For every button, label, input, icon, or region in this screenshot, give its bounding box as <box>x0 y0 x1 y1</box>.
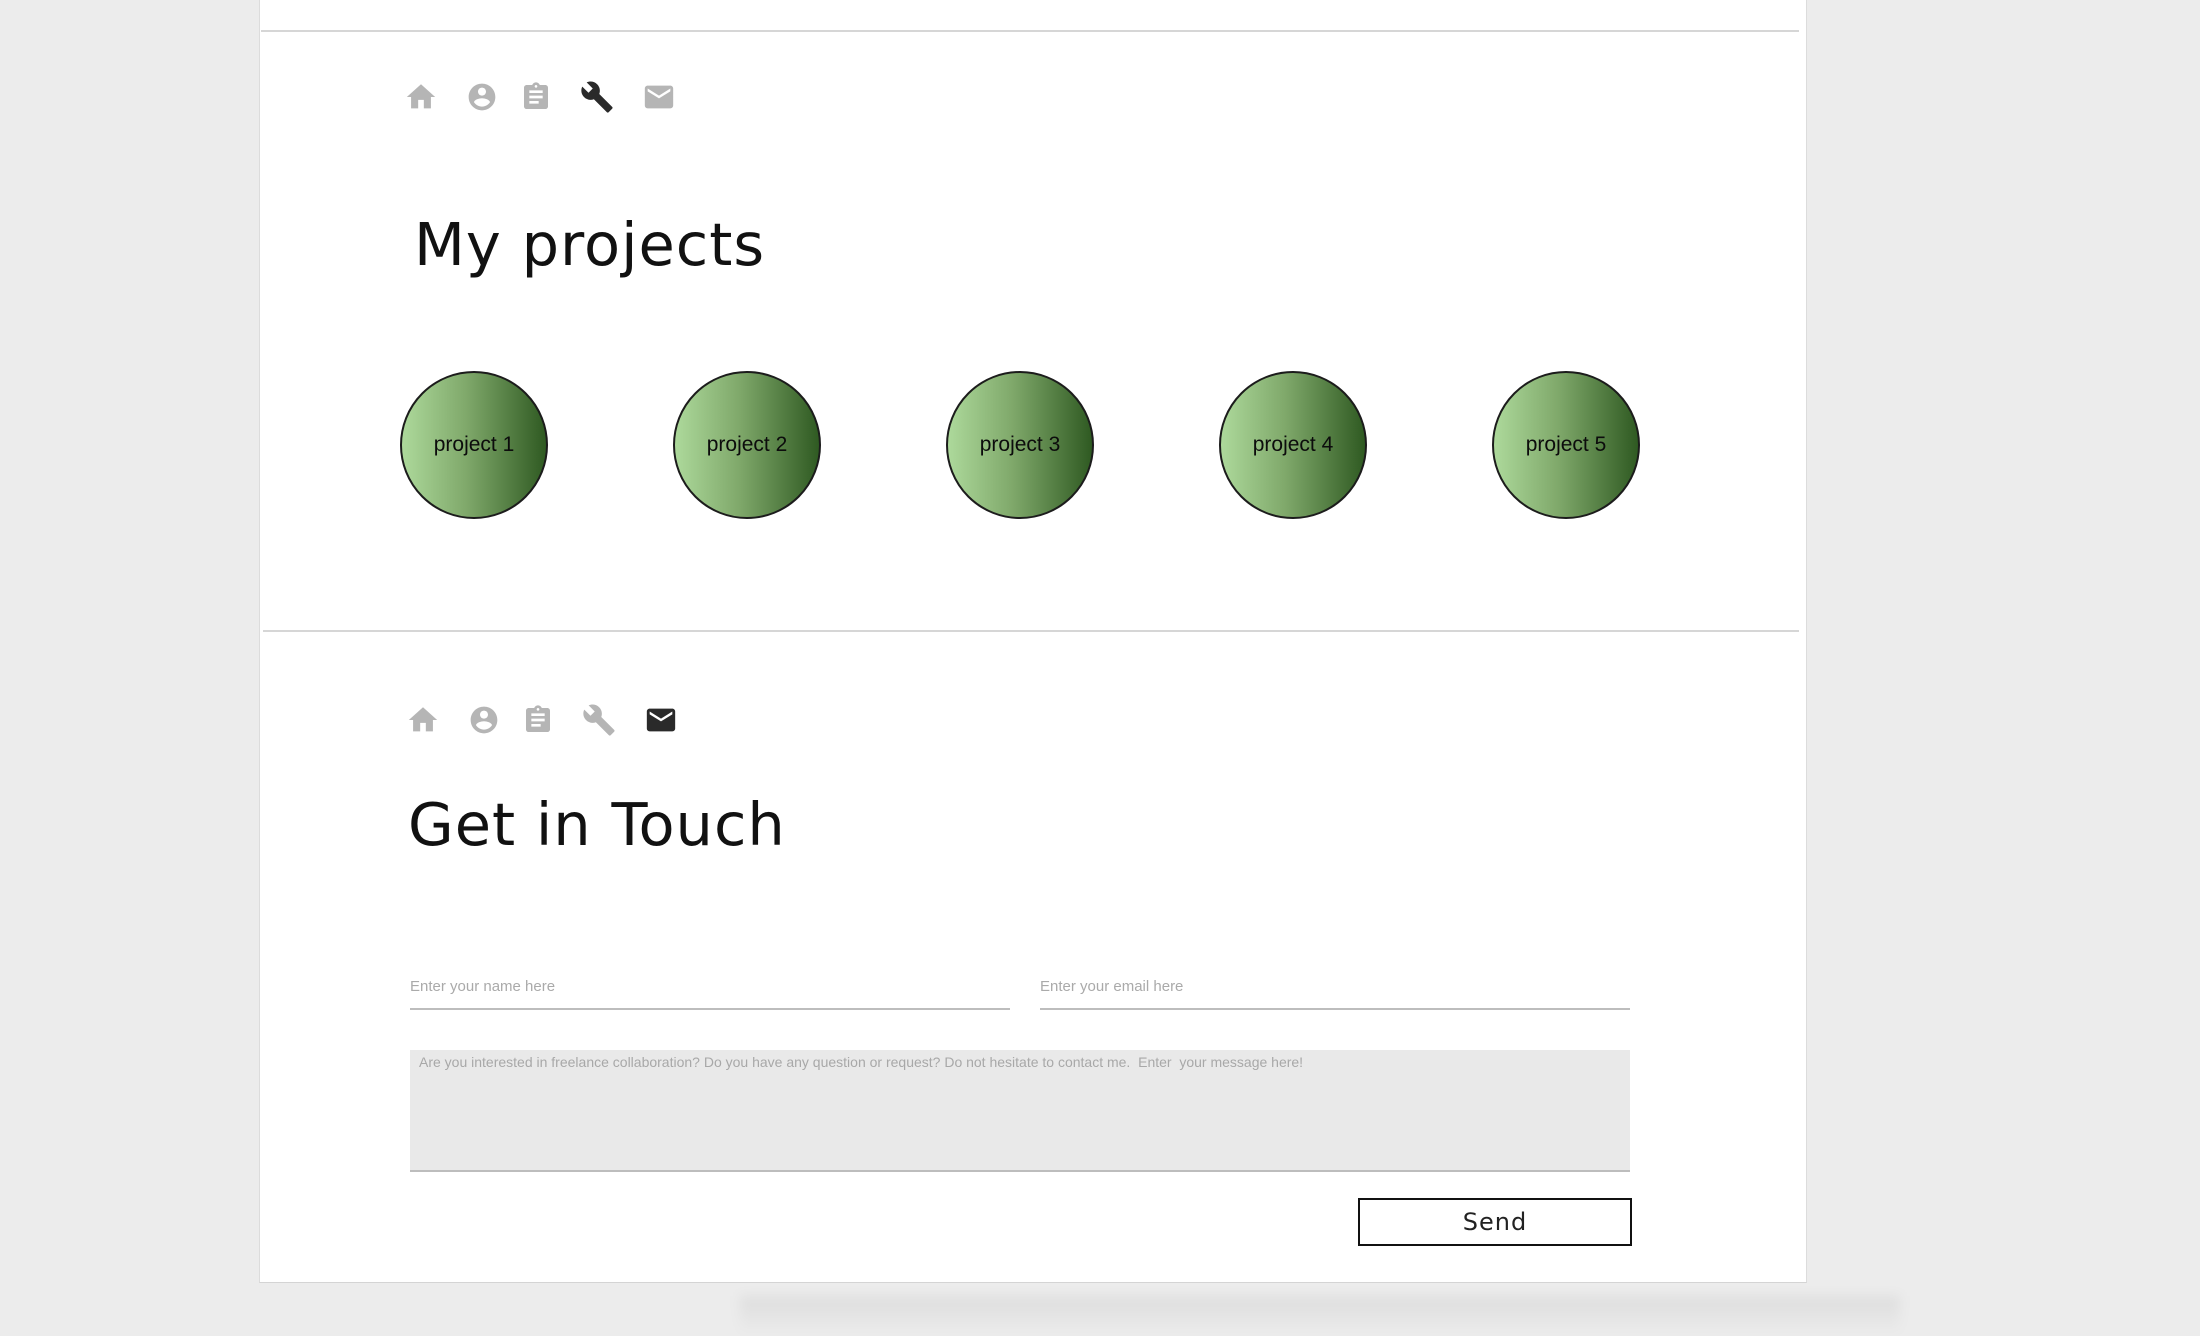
page-shadow <box>740 1296 1900 1336</box>
project-1-button[interactable]: project 1 <box>400 371 548 519</box>
project-3-button[interactable]: project 3 <box>946 371 1094 519</box>
projects-title: My projects <box>414 210 766 279</box>
user-icon[interactable] <box>466 81 498 113</box>
wrench-icon[interactable] <box>582 703 616 737</box>
clipboard-icon[interactable] <box>522 703 554 737</box>
section-divider <box>263 630 1799 632</box>
home-icon[interactable] <box>404 80 438 114</box>
home-icon[interactable] <box>406 703 440 737</box>
mail-icon[interactable] <box>642 80 676 114</box>
top-divider <box>261 30 1799 32</box>
email-field[interactable] <box>1040 964 1630 1010</box>
mail-icon[interactable] <box>644 703 678 737</box>
user-icon[interactable] <box>468 704 500 736</box>
wrench-icon[interactable] <box>580 80 614 114</box>
send-button[interactable]: Send <box>1358 1198 1632 1246</box>
project-4-button[interactable]: project 4 <box>1219 371 1367 519</box>
project-2-button[interactable]: project 2 <box>673 371 821 519</box>
contact-title: Get in Touch <box>408 790 786 859</box>
contact-nav <box>406 703 678 737</box>
clipboard-icon[interactable] <box>520 80 552 114</box>
message-field[interactable] <box>410 1050 1630 1172</box>
name-field[interactable] <box>410 964 1010 1010</box>
projects-nav <box>404 80 676 114</box>
project-5-button[interactable]: project 5 <box>1492 371 1640 519</box>
